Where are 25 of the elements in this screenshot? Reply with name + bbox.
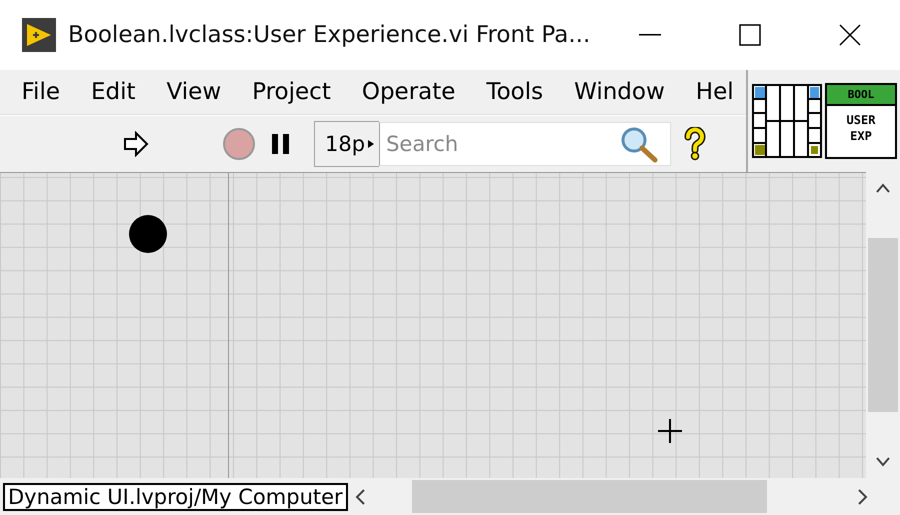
app-icon [22, 18, 56, 52]
led-indicator [129, 215, 167, 253]
search-icon[interactable] [619, 125, 660, 163]
pause-icon[interactable] [270, 132, 292, 156]
font-size-dropdown[interactable]: 18p [314, 121, 380, 167]
run-arrow-icon[interactable] [122, 131, 150, 157]
menu-item[interactable]: View [151, 79, 237, 105]
maximize-icon[interactable] [739, 24, 761, 46]
minimize-icon[interactable] [639, 34, 661, 36]
help-icon[interactable] [683, 127, 708, 161]
menu-item[interactable]: Tools [470, 79, 559, 105]
search-field[interactable]: Search [379, 122, 672, 166]
menu-item[interactable]: Edit [76, 79, 152, 105]
project-path-label: Dynamic UI.lvproj/My Computer [3, 482, 348, 510]
crosshair-cursor-icon [657, 418, 683, 444]
vi-icon[interactable]: BOOL USER EXP [825, 83, 897, 159]
menu-item[interactable]: Operate [346, 79, 471, 105]
connector-pane-icon[interactable] [752, 84, 822, 158]
menu-item[interactable]: File [6, 79, 76, 105]
menu-item[interactable]: Window [558, 79, 680, 105]
triangle-icon [367, 139, 376, 149]
close-icon[interactable] [839, 24, 861, 46]
window-title: Boolean.lvclass:User Experience.vi Front Pa... [68, 22, 592, 48]
menu-item[interactable]: Project [236, 79, 346, 105]
menu-item[interactable]: Hel [680, 79, 746, 105]
